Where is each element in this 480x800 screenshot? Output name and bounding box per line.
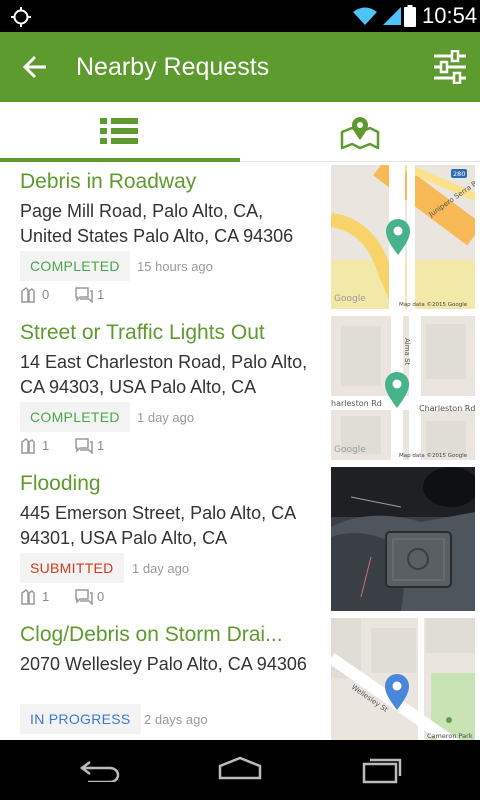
votes-count: 1 [42, 589, 50, 604]
comments-count: 0 [97, 589, 105, 604]
comment-icon [75, 287, 93, 303]
list-item[interactable]: Street or Traffic Lights Out 14 East Cha… [0, 313, 480, 464]
status-badge: SUBMITTED [20, 553, 124, 583]
votes-count: 1 [42, 438, 50, 453]
cell-signal-icon [383, 7, 401, 25]
time-ago: 1 day ago [132, 561, 190, 576]
wifi-icon [353, 7, 377, 25]
map-thumbnail: Junipero Serra Blvd 280 Google Map data … [331, 165, 475, 309]
battery-icon [404, 5, 416, 27]
home-nav-icon[interactable] [216, 756, 264, 782]
system-nav-bar [0, 740, 480, 800]
map-label: Alma St [403, 338, 411, 366]
status-badge: COMPLETED [20, 402, 130, 432]
list-icon [100, 118, 138, 144]
status-bar: 10:54 [0, 0, 480, 32]
time-ago: 2 days ago [144, 712, 208, 727]
list-item[interactable]: Flooding 445 Emerson Street, Palo Alto, … [0, 464, 480, 615]
gps-icon [11, 7, 31, 27]
filter-sliders-icon[interactable] [434, 50, 466, 84]
map-attribution: Map data ©2015 Google [399, 452, 468, 459]
vote-icon [21, 438, 35, 454]
request-title: Street or Traffic Lights Out [20, 321, 265, 344]
back-nav-icon[interactable] [78, 758, 122, 782]
time-ago: 1 day ago [137, 410, 195, 425]
request-address: 14 East Charleston Road, Palo Alto, CA 9… [20, 352, 308, 397]
list-item[interactable]: Clog/Debris on Storm Drai... 2070 Welles… [0, 615, 480, 740]
map-label: harleston Rd [331, 399, 382, 408]
comments-count: 1 [97, 287, 105, 302]
google-logo: Google [334, 445, 366, 455]
clock: 10:54 [422, 3, 478, 28]
view-tabs [0, 102, 480, 162]
comment-icon [75, 589, 93, 605]
back-arrow-icon[interactable] [22, 54, 48, 80]
photo-thumbnail [331, 467, 475, 611]
app-bar: Nearby Requests [0, 32, 480, 102]
comment-icon [75, 438, 93, 454]
map-label: Charleston Rd [419, 404, 475, 413]
request-address: 2070 Wellesley Palo Alto, CA 94306 [20, 654, 307, 674]
status-badge: COMPLETED [20, 251, 130, 281]
comments-count: 1 [97, 438, 105, 453]
status-badge: IN PROGRESS [20, 704, 141, 734]
list-item[interactable]: Debris in Roadway Page Mill Road, Palo A… [0, 162, 480, 313]
votes-count: 0 [42, 287, 50, 302]
request-list: Debris in Roadway Page Mill Road, Palo A… [0, 162, 480, 740]
map-attribution: Map data ©2015 Google [399, 301, 468, 308]
request-title: Flooding [20, 472, 101, 495]
map-label: 280 [453, 170, 465, 178]
time-ago: 15 hours ago [137, 259, 213, 274]
recents-nav-icon[interactable] [360, 756, 404, 784]
google-logo: Google [334, 294, 366, 304]
vote-icon [21, 287, 35, 303]
request-address: Page Mill Road, Palo Alto, CA, United St… [20, 201, 294, 246]
request-address: 445 Emerson Street, Palo Alto, CA 94301,… [20, 503, 296, 548]
map-pin-icon [340, 117, 380, 150]
map-label: Cameron Park [427, 732, 473, 740]
tab-map[interactable] [240, 102, 480, 162]
page-title: Nearby Requests [76, 53, 270, 81]
vote-icon [21, 589, 35, 605]
tab-list[interactable] [0, 102, 240, 162]
map-thumbnail: harleston Rd Charleston Rd Alma St Googl… [331, 316, 475, 460]
request-title: Clog/Debris on Storm Drai... [20, 623, 283, 646]
request-title: Debris in Roadway [20, 170, 197, 193]
map-thumbnail: Wellesley St Cameron Park [331, 618, 475, 740]
